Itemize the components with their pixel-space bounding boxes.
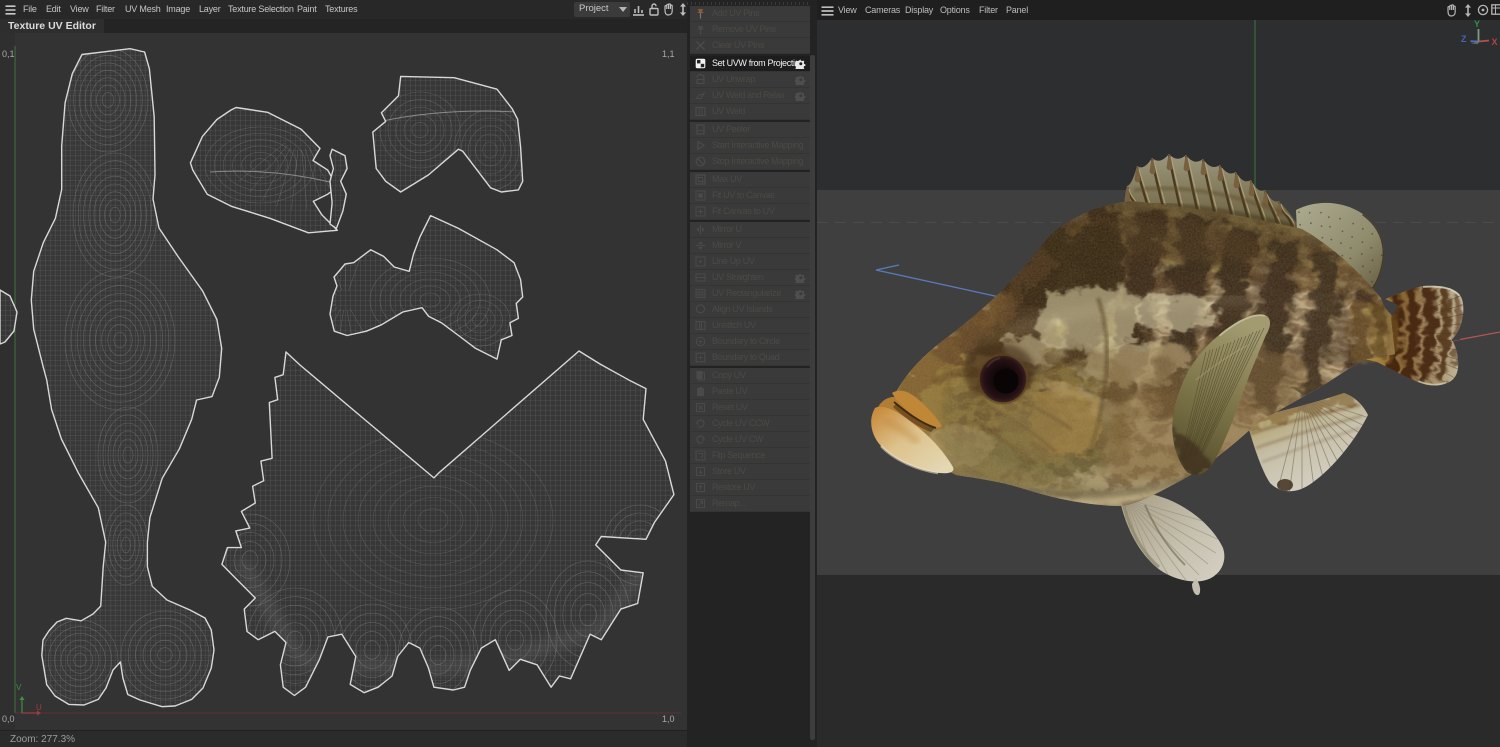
svg-text:Y: Y — [1474, 20, 1480, 29]
svg-text:U: U — [36, 703, 42, 712]
svg-text:V: V — [16, 683, 22, 692]
svg-text:Z: Z — [1461, 34, 1467, 44]
svg-text:1,1: 1,1 — [662, 49, 675, 59]
svg-text:0,0: 0,0 — [2, 714, 15, 724]
svg-text:0,1: 0,1 — [2, 49, 15, 59]
svg-text:X: X — [1492, 37, 1498, 47]
svg-text:1,0: 1,0 — [662, 714, 675, 724]
